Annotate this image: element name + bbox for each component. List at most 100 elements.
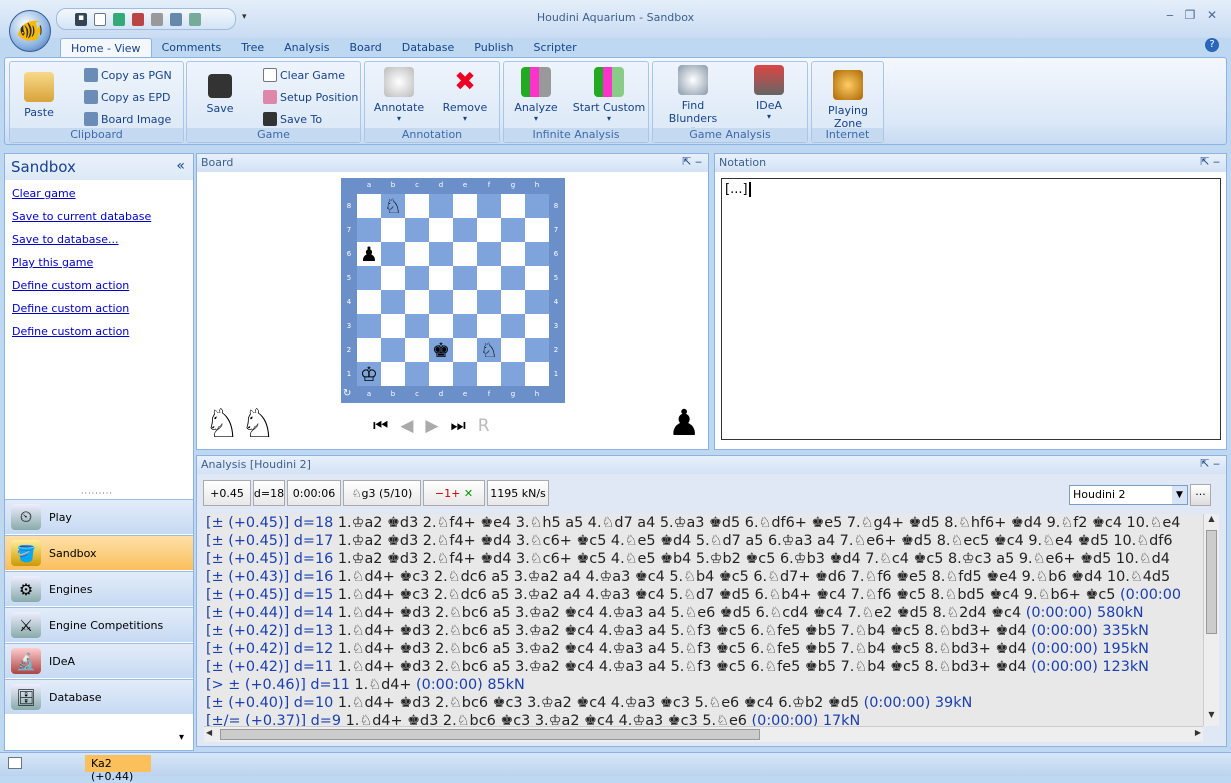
analysis-line[interactable]: [±/= (+0.37)] d=9 1.♘d4+ ♚d3 2.♘bc6 ♚c3 …: [204, 712, 1203, 726]
clear-game-link[interactable]: Clear game: [12, 187, 193, 200]
close-lines-icon[interactable]: ✕: [464, 487, 473, 500]
nav-engines[interactable]: ⚙ Engines: [5, 571, 193, 606]
board-square[interactable]: [405, 266, 429, 290]
analysis-line[interactable]: [± (+0.45)] d=17 1.♔a2 ♚d3 2.♘f4+ ♚d4 3.…: [204, 532, 1203, 550]
board-square[interactable]: [381, 314, 405, 338]
board-square[interactable]: [429, 242, 453, 266]
chess-piece[interactable]: ♘: [477, 338, 501, 362]
board-square[interactable]: [405, 314, 429, 338]
restore-button[interactable]: ❐: [1183, 8, 1197, 22]
tab-tree[interactable]: Tree: [231, 38, 274, 58]
analysis-line[interactable]: [± (+0.45)] d=18 1.♔a2 ♚d3 2.♘f4+ ♚e4 3.…: [204, 514, 1203, 532]
board-square[interactable]: [501, 218, 525, 242]
scroll-thumb[interactable]: [1206, 530, 1217, 634]
analysis-line[interactable]: [± (+0.43)] d=16 1.♘d4+ ♚c3 2.♘dc6 a5 3.…: [204, 568, 1203, 586]
copy-pgn-button[interactable]: Copy as PGN: [84, 68, 172, 82]
analysis-line[interactable]: [± (+0.40)] d=10 1.♘d4+ ♚d3 2.♘bc6 ♚c3 3…: [204, 694, 1203, 712]
playing-zone-button[interactable]: Playing Zone: [814, 70, 882, 130]
pin-icon[interactable]: ⇱ ‒: [682, 155, 702, 168]
pin-icon[interactable]: ⇱ ‒: [1200, 155, 1220, 168]
board-square[interactable]: [477, 362, 501, 386]
board-square[interactable]: [453, 290, 477, 314]
horizontal-scrollbar[interactable]: ◀ ▶: [204, 726, 1203, 742]
scroll-right-icon[interactable]: ▶: [1195, 728, 1201, 737]
custom-action-link[interactable]: Define custom action: [12, 325, 193, 338]
idea-button[interactable]: IDeA ▾: [745, 65, 793, 121]
board-square[interactable]: [525, 266, 549, 290]
chess-piece[interactable]: ♟: [357, 242, 381, 266]
first-move-icon[interactable]: ⏮: [373, 416, 388, 436]
board-square[interactable]: [453, 194, 477, 218]
tab-database[interactable]: Database: [392, 38, 465, 58]
board-square[interactable]: [525, 218, 549, 242]
board-square[interactable]: [453, 362, 477, 386]
board-square[interactable]: [525, 290, 549, 314]
board-image-button[interactable]: Board Image: [84, 112, 171, 126]
nav-database[interactable]: 🗄 Database: [5, 679, 193, 714]
board-square[interactable]: [453, 314, 477, 338]
board-square[interactable]: [381, 242, 405, 266]
find-blunders-button[interactable]: Find Blunders▾: [657, 65, 729, 134]
nav-idea[interactable]: 🔬 IDeA: [5, 643, 193, 678]
board-square[interactable]: [357, 290, 381, 314]
board-square[interactable]: [405, 362, 429, 386]
analysis-line[interactable]: [> ± (+0.46)] d=11 1.♘d4+ (0:00:00) 85kN: [204, 676, 1203, 694]
board-square[interactable]: [429, 362, 453, 386]
board-square[interactable]: [453, 242, 477, 266]
next-move-icon[interactable]: ▶: [425, 416, 438, 436]
save-current-db-link[interactable]: Save to current database: [12, 210, 193, 223]
analysis-line[interactable]: [± (+0.45)] d=16 1.♔a2 ♚d3 2.♘f4+ ♚d4 3.…: [204, 550, 1203, 568]
nav-engine-competitions[interactable]: ⚔ Engine Competitions: [5, 607, 193, 642]
board-square[interactable]: [453, 218, 477, 242]
chess-piece[interactable]: ♘: [381, 194, 405, 218]
board-square[interactable]: [477, 242, 501, 266]
engine-select[interactable]: Houdini 2 ▼: [1069, 485, 1188, 505]
save-button[interactable]: Save: [195, 74, 245, 115]
tab-analysis[interactable]: Analysis: [274, 38, 339, 58]
previous-move-icon[interactable]: ◀: [400, 416, 413, 436]
splitter-grip[interactable]: ·········: [81, 489, 113, 498]
board-square[interactable]: [453, 266, 477, 290]
save-to-button[interactable]: Save To: [263, 112, 322, 126]
board-square[interactable]: [357, 314, 381, 338]
nav-overflow-icon[interactable]: ▾: [179, 732, 184, 743]
vertical-scrollbar[interactable]: ▲ ▼: [1203, 514, 1219, 726]
board-square[interactable]: [525, 362, 549, 386]
board-square[interactable]: [405, 194, 429, 218]
chess-board[interactable]: a a b b c c d d e e f f g g h h 8 8 7 7 6 6 5 5 4 4 3 3 2 2 1 1 ♘ ♟ ♚ ♘ ♔ ↻: [341, 178, 565, 403]
tab-publish[interactable]: Publish: [464, 38, 523, 58]
analysis-line[interactable]: [± (+0.42)] d=13 1.♘d4+ ♚d3 2.♘bc6 a5 3.…: [204, 622, 1203, 640]
board-square[interactable]: [357, 218, 381, 242]
scroll-up-icon[interactable]: ▲: [1204, 514, 1219, 530]
annotate-button[interactable]: Annotate ▾: [371, 67, 427, 123]
board-square[interactable]: [381, 290, 405, 314]
board-square[interactable]: [381, 266, 405, 290]
board-square[interactable]: [429, 290, 453, 314]
notation-editor[interactable]: [...]: [721, 178, 1221, 440]
board-square[interactable]: [381, 218, 405, 242]
save-to-db-link[interactable]: Save to database...: [12, 233, 193, 246]
analysis-line[interactable]: [± (+0.44)] d=14 1.♘d4+ ♚d3 2.♘bc6 a5 3.…: [204, 604, 1203, 622]
custom-action-link[interactable]: Define custom action: [12, 279, 193, 292]
help-icon[interactable]: ?: [1205, 38, 1219, 52]
replay-icon[interactable]: R: [478, 416, 490, 436]
board-square[interactable]: [525, 314, 549, 338]
chess-piece[interactable]: ♔: [357, 362, 381, 386]
board-square[interactable]: [501, 266, 525, 290]
board-square[interactable]: [501, 242, 525, 266]
last-move-icon[interactable]: ⏭: [450, 416, 465, 436]
nav-sandbox[interactable]: 🪣 Sandbox: [5, 535, 193, 570]
clear-game-button[interactable]: Clear Game: [263, 68, 345, 82]
board-square[interactable]: [501, 314, 525, 338]
board-square[interactable]: [453, 338, 477, 362]
hscroll-thumb[interactable]: [220, 729, 760, 740]
board-square[interactable]: [405, 290, 429, 314]
play-game-link[interactable]: Play this game: [12, 256, 193, 269]
tab-comments[interactable]: Comments: [152, 38, 232, 58]
tab-scripter[interactable]: Scripter: [524, 38, 587, 58]
board-square[interactable]: [381, 362, 405, 386]
minimize-button[interactable]: ‒: [1163, 8, 1177, 22]
board-square[interactable]: [477, 194, 501, 218]
start-custom-button[interactable]: Start Custom ▾: [572, 67, 646, 123]
analysis-line[interactable]: [± (+0.42)] d=12 1.♘d4+ ♚d3 2.♘bc6 a5 3.…: [204, 640, 1203, 658]
